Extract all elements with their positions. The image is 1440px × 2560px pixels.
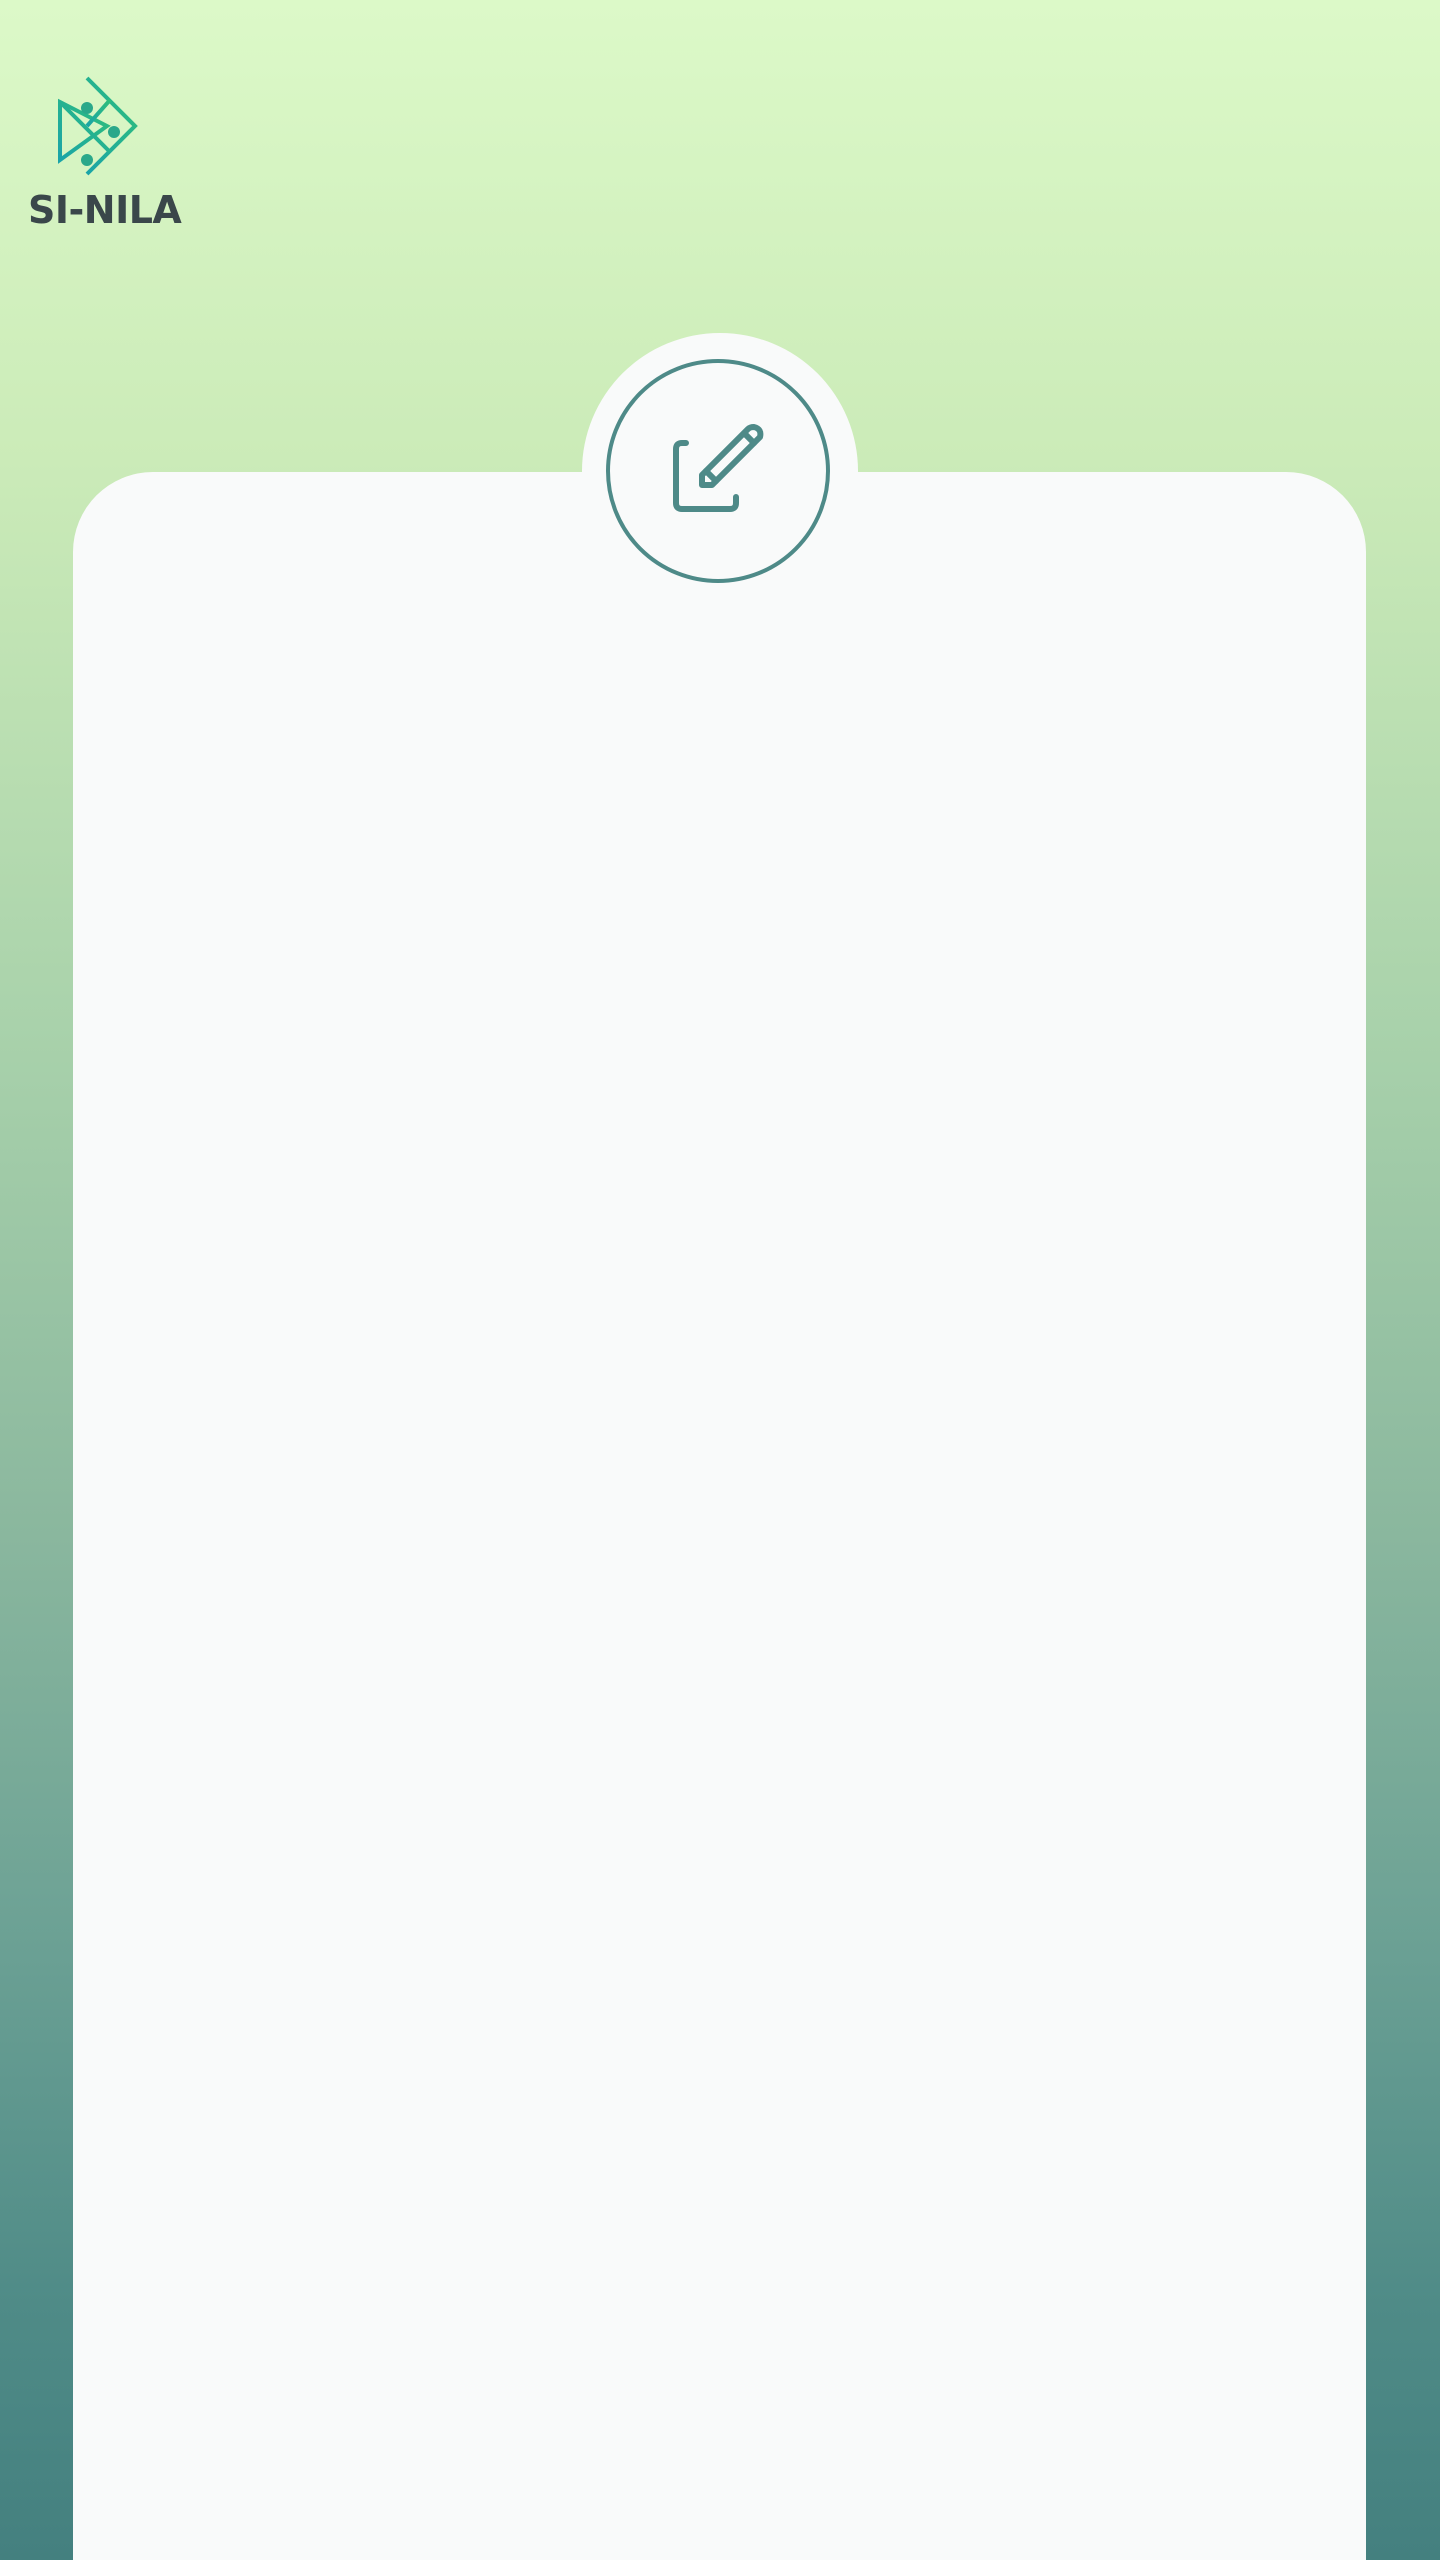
app-logo: SI-NILA [28,70,182,240]
fish-circuit-logo-icon [58,76,138,176]
content-card [73,472,1366,2560]
brand-name: SI-NILA [28,188,182,232]
edit-icon [673,424,764,512]
edit-button[interactable] [606,359,830,583]
